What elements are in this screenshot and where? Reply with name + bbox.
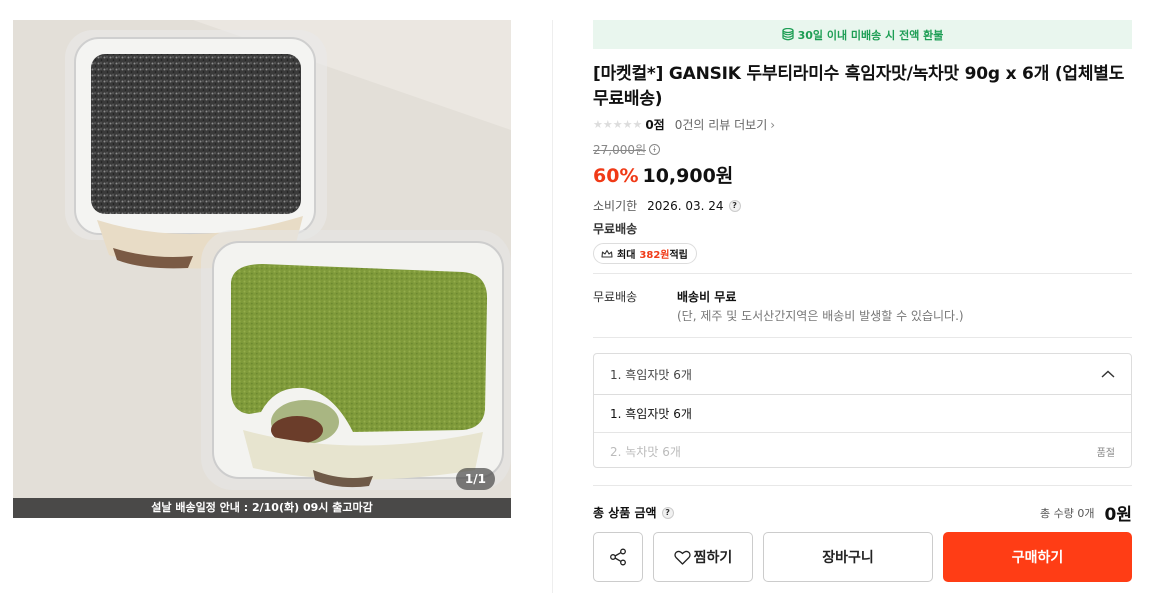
- total-summary: 총 수량 0개 0원: [1040, 500, 1132, 525]
- heart-icon: [674, 550, 691, 565]
- cart-button[interactable]: 장바구니: [763, 532, 933, 582]
- info-icon[interactable]: i: [649, 144, 661, 155]
- total-row: 총 상품 금액? 총 수량 0개 0원: [593, 500, 1132, 525]
- product-image[interactable]: 1/1 설날 배송일정 안내 : 2/10(화) 09시 출고마감: [13, 20, 511, 518]
- discount-rate: 60%: [593, 165, 639, 187]
- option-item[interactable]: 2. 녹차맛 6개 품절: [594, 432, 1131, 467]
- soldout-tag: 품절: [1096, 447, 1115, 459]
- action-buttons: 찜하기 장바구니 구매하기: [593, 532, 1132, 582]
- total-quantity: 총 수량 0개: [1040, 506, 1095, 520]
- expiry-date: 2026. 03. 24: [647, 198, 724, 213]
- option-select[interactable]: 1. 흑임자맛 6개 1. 흑임자맛 6개 2. 녹차맛 6개 품절: [593, 353, 1132, 468]
- shipping-label: 무료배송: [593, 290, 638, 304]
- separator: [593, 485, 1132, 486]
- image-counter: 1/1: [455, 468, 495, 490]
- column-divider: [552, 20, 553, 593]
- buy-button[interactable]: 구매하기: [943, 532, 1132, 582]
- star-rating-icon: ★★★★★: [593, 117, 643, 131]
- review-link[interactable]: 0건의 리뷰 더보기 ›: [675, 116, 775, 133]
- wishlist-button[interactable]: 찜하기: [653, 532, 753, 582]
- points-badge: 최대 382원 적립: [593, 243, 697, 264]
- option-selected-value: 1. 흑임자맛 6개: [610, 367, 692, 382]
- share-icon: [610, 548, 626, 566]
- refund-banner-text: 30일 이내 미배송 시 전액 환불: [797, 28, 944, 42]
- chevron-up-icon[interactable]: [1101, 370, 1115, 378]
- free-shipping-tag: 무료배송: [593, 222, 638, 236]
- option-select-header[interactable]: 1. 흑임자맛 6개: [594, 354, 1131, 395]
- separator: [593, 337, 1132, 338]
- total-amount: 0원: [1104, 505, 1132, 525]
- share-button[interactable]: [593, 532, 643, 582]
- chevron-right-icon: ›: [770, 117, 776, 132]
- price-row: 60% 10,900원: [593, 161, 1132, 188]
- holiday-notice: 설날 배송일정 안내 : 2/10(화) 09시 출고마감: [13, 498, 511, 518]
- help-icon[interactable]: ?: [728, 199, 741, 212]
- original-price: 27,000원 i: [593, 141, 661, 158]
- separator: [593, 273, 1132, 274]
- expiry-row: 소비기한 2026. 03. 24 ?: [593, 197, 1132, 214]
- total-label: 총 상품 금액?: [593, 504, 674, 521]
- tiramisu-photo: [13, 20, 511, 518]
- coin-stack-icon: [781, 28, 794, 41]
- shipping-note: (단, 제주 및 도서산간지역은 배송비 발생할 수 있습니다.): [677, 309, 964, 323]
- points-amount: 382원: [639, 250, 670, 261]
- refund-banner: 30일 이내 미배송 시 전액 환불: [593, 20, 1132, 49]
- help-icon[interactable]: ?: [661, 506, 674, 519]
- shipping-fee: 배송비 무료: [677, 290, 737, 304]
- rating-row: ★★★★★ 0점 0건의 리뷰 더보기 ›: [593, 115, 1132, 133]
- rating-score: 0점: [645, 117, 665, 132]
- expiry-label: 소비기한: [593, 199, 638, 213]
- product-title: [마켓컬*] GANSIK 두부티라미수 흑임자맛/녹차맛 90g x 6개 (…: [593, 64, 1125, 109]
- crown-icon: [601, 249, 613, 258]
- option-item[interactable]: 1. 흑임자맛 6개: [594, 395, 1131, 432]
- sale-price: 10,900원: [642, 165, 734, 187]
- product-info: 30일 이내 미배송 시 전액 환불 [마켓컬*] GANSIK 두부티라미수 …: [593, 20, 1132, 264]
